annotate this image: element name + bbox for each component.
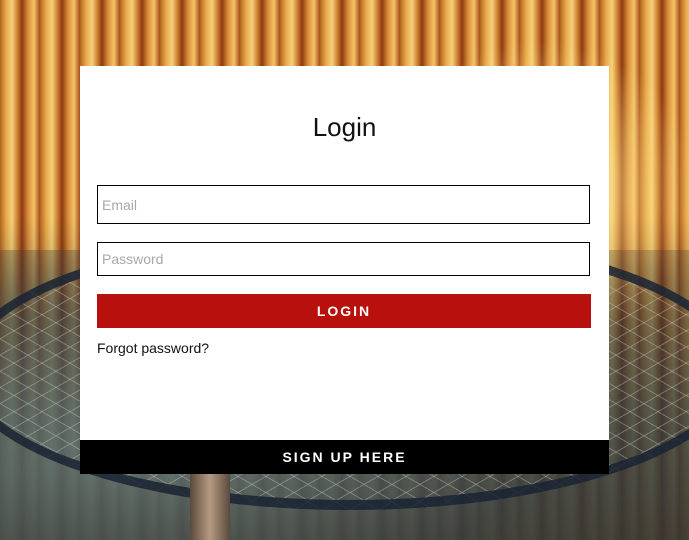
login-card: Login LOGIN Forgot password? SIGN UP HER… xyxy=(80,66,609,474)
email-field[interactable] xyxy=(97,185,590,224)
page-title: Login xyxy=(312,112,377,142)
background-racket-shaft xyxy=(190,470,230,540)
signup-button[interactable]: SIGN UP HERE xyxy=(80,440,609,474)
login-button[interactable]: LOGIN xyxy=(97,294,591,328)
forgot-password-link[interactable]: Forgot password? xyxy=(97,340,209,356)
password-field[interactable] xyxy=(97,242,590,276)
